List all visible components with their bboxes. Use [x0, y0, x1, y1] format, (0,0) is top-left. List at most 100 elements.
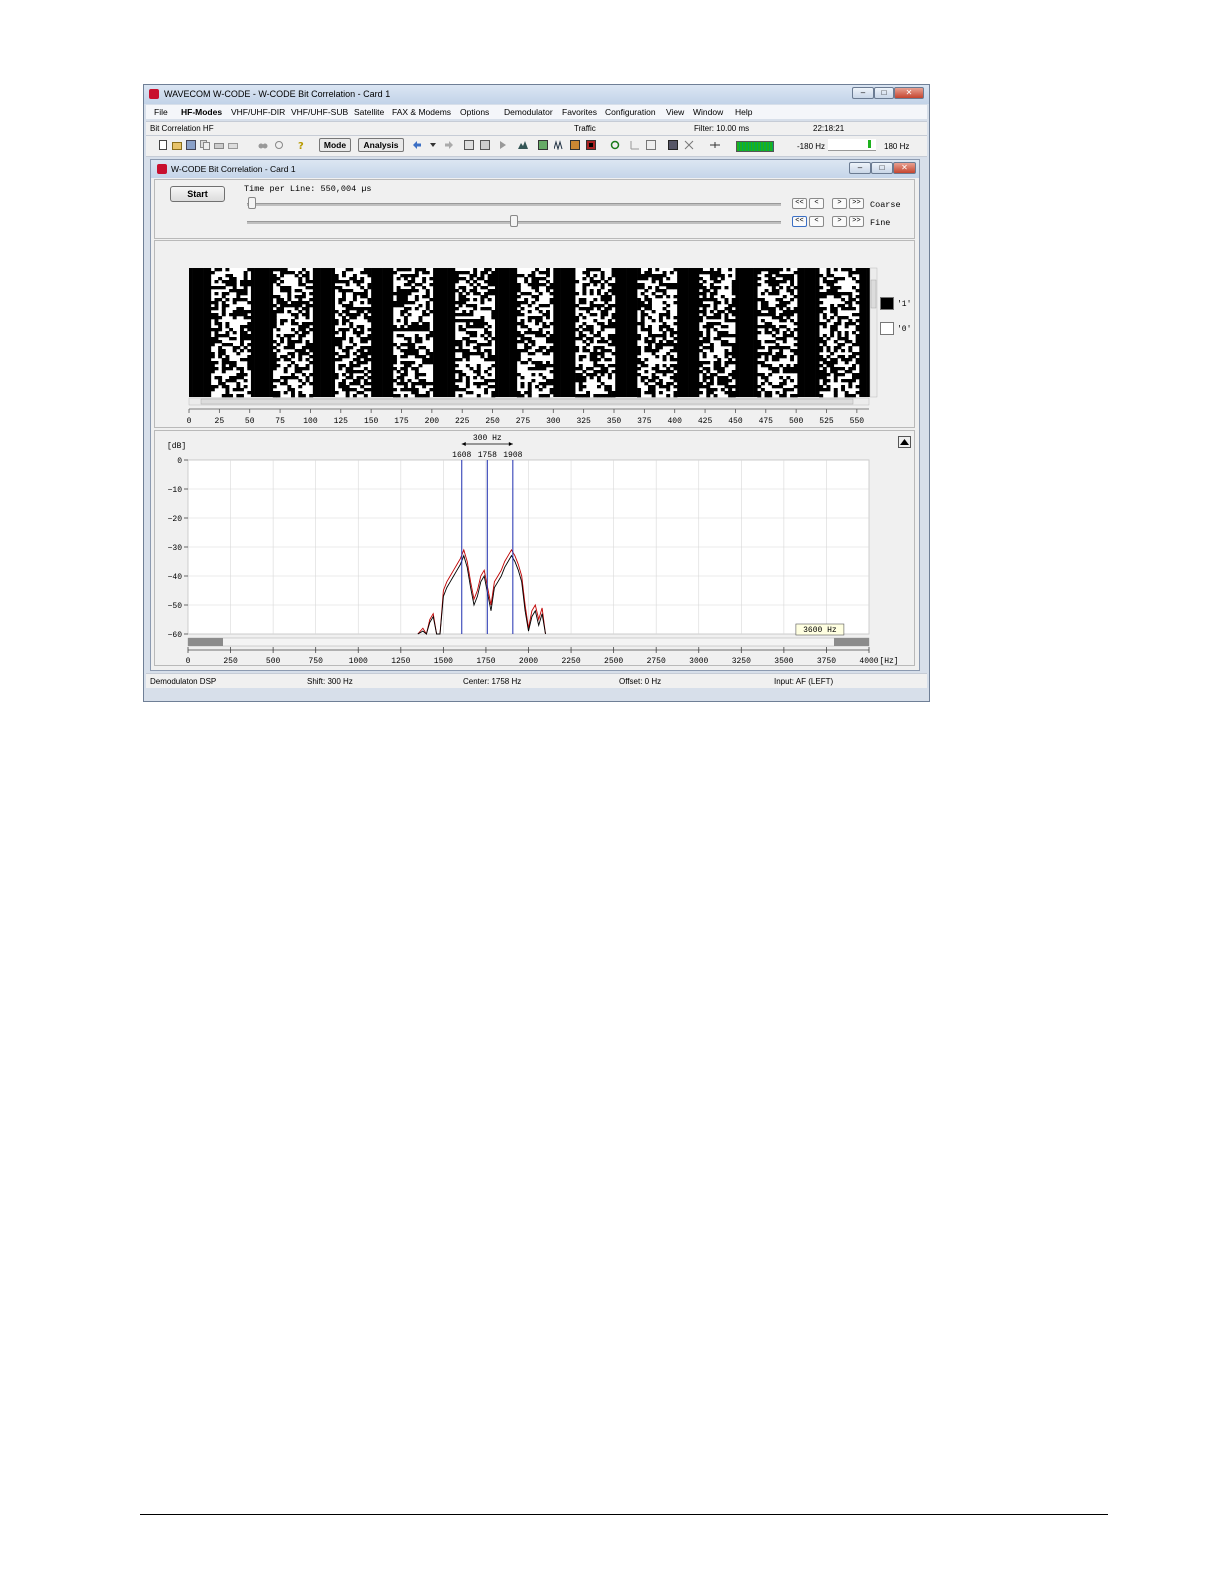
refresh-icon[interactable] — [610, 140, 620, 150]
bit-correlation-display[interactable]: 0 25 50 75 100 125 150 175 200 225 250 275 300 325 350… — [155, 241, 914, 427]
bit-cell — [651, 337, 656, 341]
inner-minimize-icon[interactable]: – — [849, 162, 871, 174]
menu-view[interactable]: View — [666, 107, 684, 117]
analysis-button[interactable]: Analysis — [358, 138, 404, 152]
coarse-fast-back-button[interactable]: << — [792, 198, 807, 209]
start-button[interactable]: Start — [170, 186, 225, 202]
bit-cell — [229, 274, 234, 278]
offset-slider[interactable] — [828, 139, 876, 151]
offset-slider-thumb[interactable] — [868, 140, 871, 148]
menu-options[interactable]: Options — [460, 107, 489, 117]
bit-cell — [367, 376, 372, 380]
back-arrow-icon[interactable] — [412, 140, 422, 150]
spectrum-icon[interactable] — [518, 140, 528, 150]
bit-correlation-icon[interactable] — [586, 140, 596, 150]
forward-arrow-icon[interactable] — [444, 140, 454, 150]
waterfall-icon[interactable] — [538, 140, 548, 150]
open-folder-icon[interactable] — [172, 140, 182, 150]
print-preview-icon[interactable] — [228, 140, 238, 150]
bit-cell — [775, 292, 780, 296]
bit-cell — [411, 349, 416, 353]
bit-cell — [527, 304, 532, 308]
bit-cell — [830, 331, 835, 335]
bit-x-tick-label: 400 — [668, 417, 683, 426]
coarse-back-button[interactable]: < — [809, 198, 824, 209]
coarse-slider-track[interactable] — [247, 203, 781, 206]
bit-cell — [210, 286, 215, 290]
decoder-icon[interactable] — [464, 140, 474, 150]
menu-vhf-uhf-dir[interactable]: VHF/UHF-DIR — [231, 107, 285, 117]
menu-fax-modems[interactable]: FAX & Modems — [392, 107, 451, 117]
menu-vhf-uhf-sub[interactable]: VHF/UHF-SUB — [291, 107, 348, 117]
bit-cell — [607, 295, 612, 299]
menu-file[interactable]: File — [154, 107, 168, 117]
menu-demodulator[interactable]: Demodulator — [504, 107, 553, 117]
lf-icon[interactable] — [630, 140, 640, 150]
bit-cell — [294, 376, 299, 380]
bit-cell — [418, 337, 423, 341]
bit-column-solid — [560, 268, 565, 397]
menu-help[interactable]: Help — [735, 107, 752, 117]
collapse-arrow-button[interactable] — [898, 436, 911, 448]
minimize-icon[interactable]: – — [852, 87, 874, 99]
bit-cell — [301, 283, 306, 287]
fine-slider-thumb[interactable] — [510, 215, 518, 227]
frequency-range-bar[interactable] — [187, 637, 870, 647]
coarse-slider-thumb[interactable] — [248, 197, 257, 209]
help-icon[interactable]: ? — [296, 140, 306, 150]
coarse-fast-forward-button[interactable]: >> — [849, 198, 864, 209]
bit-cell — [600, 373, 605, 377]
new-file-icon[interactable] — [158, 140, 168, 150]
mode-button[interactable]: Mode — [319, 138, 351, 152]
bit-cell — [342, 349, 346, 353]
fine-forward-button[interactable]: > — [832, 216, 847, 227]
find-next-icon[interactable] — [274, 140, 284, 150]
fine-fast-forward-button[interactable]: >> — [849, 216, 864, 227]
bit-cell — [549, 388, 554, 392]
bit-cell — [593, 319, 598, 323]
vertical-scrollbar-thumb[interactable] — [870, 279, 877, 309]
range-handle-right[interactable] — [834, 638, 869, 646]
inner-restore-icon[interactable]: □ — [871, 162, 893, 174]
bit-cell — [782, 367, 787, 371]
bit-cell — [651, 274, 656, 278]
pb-icon[interactable] — [646, 140, 656, 150]
inner-close-icon[interactable]: ✕ — [893, 162, 916, 174]
fine-fast-back-button[interactable]: << — [792, 216, 807, 227]
coarse-forward-button[interactable]: > — [832, 198, 847, 209]
bit-cell — [589, 280, 594, 284]
bit-length-icon[interactable] — [570, 140, 580, 150]
copy-icon[interactable] — [200, 140, 210, 150]
menu-hf-modes[interactable]: HF-Modes — [181, 107, 222, 117]
bit-cell — [334, 376, 339, 380]
bit-cell — [837, 316, 842, 320]
play-icon[interactable] — [498, 140, 508, 150]
bit-cell — [819, 388, 824, 392]
disconnect-icon[interactable] — [684, 140, 694, 150]
tune-icon[interactable] — [710, 140, 720, 150]
bit-cell — [418, 328, 423, 332]
maximize-icon[interactable]: □ — [874, 87, 894, 99]
bit-cell — [600, 340, 605, 344]
menu-satellite[interactable]: Satellite — [354, 107, 384, 117]
fine-back-button[interactable]: < — [809, 216, 824, 227]
sonagram-icon[interactable] — [554, 140, 564, 150]
bit-cell — [699, 286, 703, 290]
bit-cell — [757, 361, 762, 365]
menu-window[interactable]: Window — [693, 107, 723, 117]
record-icon[interactable] — [668, 140, 678, 150]
chevron-down-icon[interactable] — [428, 140, 438, 150]
menu-favorites[interactable]: Favorites — [562, 107, 597, 117]
print-icon[interactable] — [214, 140, 224, 150]
bit-cell — [607, 364, 612, 368]
horizontal-scrollbar-thumb[interactable] — [200, 398, 854, 405]
coarse-label: Coarse — [870, 200, 901, 210]
close-icon[interactable]: ✕ — [894, 87, 924, 99]
save-icon[interactable] — [186, 140, 196, 150]
range-handle-left[interactable] — [188, 638, 223, 646]
bit-cell — [301, 373, 306, 377]
menu-configuration[interactable]: Configuration — [605, 107, 656, 117]
spectrum-chart[interactable]: 0−10−20−30−40−50−60[dB]1608 1758 1908300 H… — [155, 431, 914, 665]
find-icon[interactable] — [258, 140, 268, 150]
decoder-alt-icon[interactable] — [480, 140, 490, 150]
